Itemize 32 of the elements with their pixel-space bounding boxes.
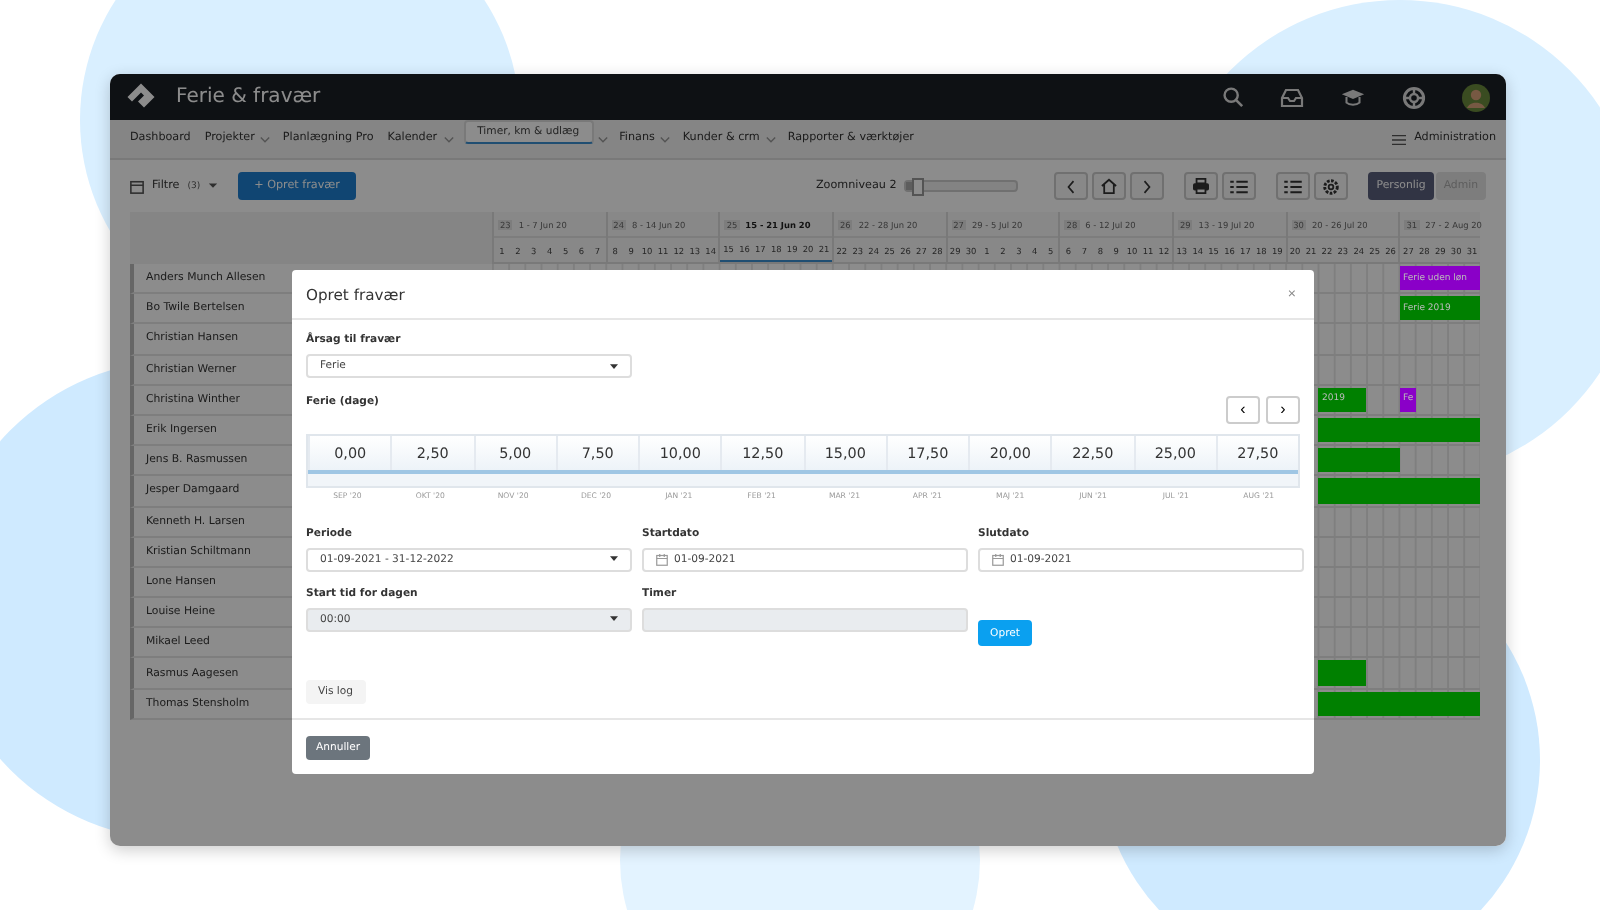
list-button[interactable] [1222, 172, 1257, 200]
caret-icon [610, 616, 618, 622]
home-button[interactable] [1092, 172, 1127, 200]
previous-button[interactable] [1054, 172, 1089, 200]
caret-icon [610, 556, 618, 562]
chevron-right-icon [1142, 179, 1153, 193]
printer-icon [1192, 178, 1211, 194]
menu-icon[interactable] [1392, 133, 1407, 145]
list-icon [1284, 179, 1303, 193]
search-icon[interactable] [1222, 86, 1244, 108]
gear-icon [1322, 177, 1341, 195]
caret-icon[interactable] [208, 182, 219, 190]
next-button[interactable] [1130, 172, 1165, 200]
settings-button[interactable] [1314, 172, 1349, 200]
inbox-icon[interactable] [1280, 85, 1304, 109]
lifebuoy-icon[interactable] [1402, 85, 1426, 109]
avatar-icon[interactable] [1462, 83, 1490, 111]
zoom-slider[interactable] [904, 180, 1019, 192]
graduation-cap-icon[interactable] [1340, 85, 1366, 109]
previous-button[interactable]: ‹ [1226, 396, 1260, 424]
home-icon [1100, 178, 1119, 194]
next-button[interactable]: › [1266, 396, 1300, 424]
print-button[interactable] [1184, 172, 1219, 200]
logo-icon[interactable] [126, 82, 156, 112]
calendar-icon [656, 553, 668, 565]
calendar-icon [130, 179, 144, 193]
calendar-icon [992, 553, 1004, 565]
app-title: Ferie & fravær [176, 86, 321, 108]
caret-icon [610, 363, 618, 369]
list-icon [1230, 179, 1249, 193]
chevron-left-icon [1066, 179, 1077, 193]
list-button[interactable] [1276, 172, 1311, 200]
